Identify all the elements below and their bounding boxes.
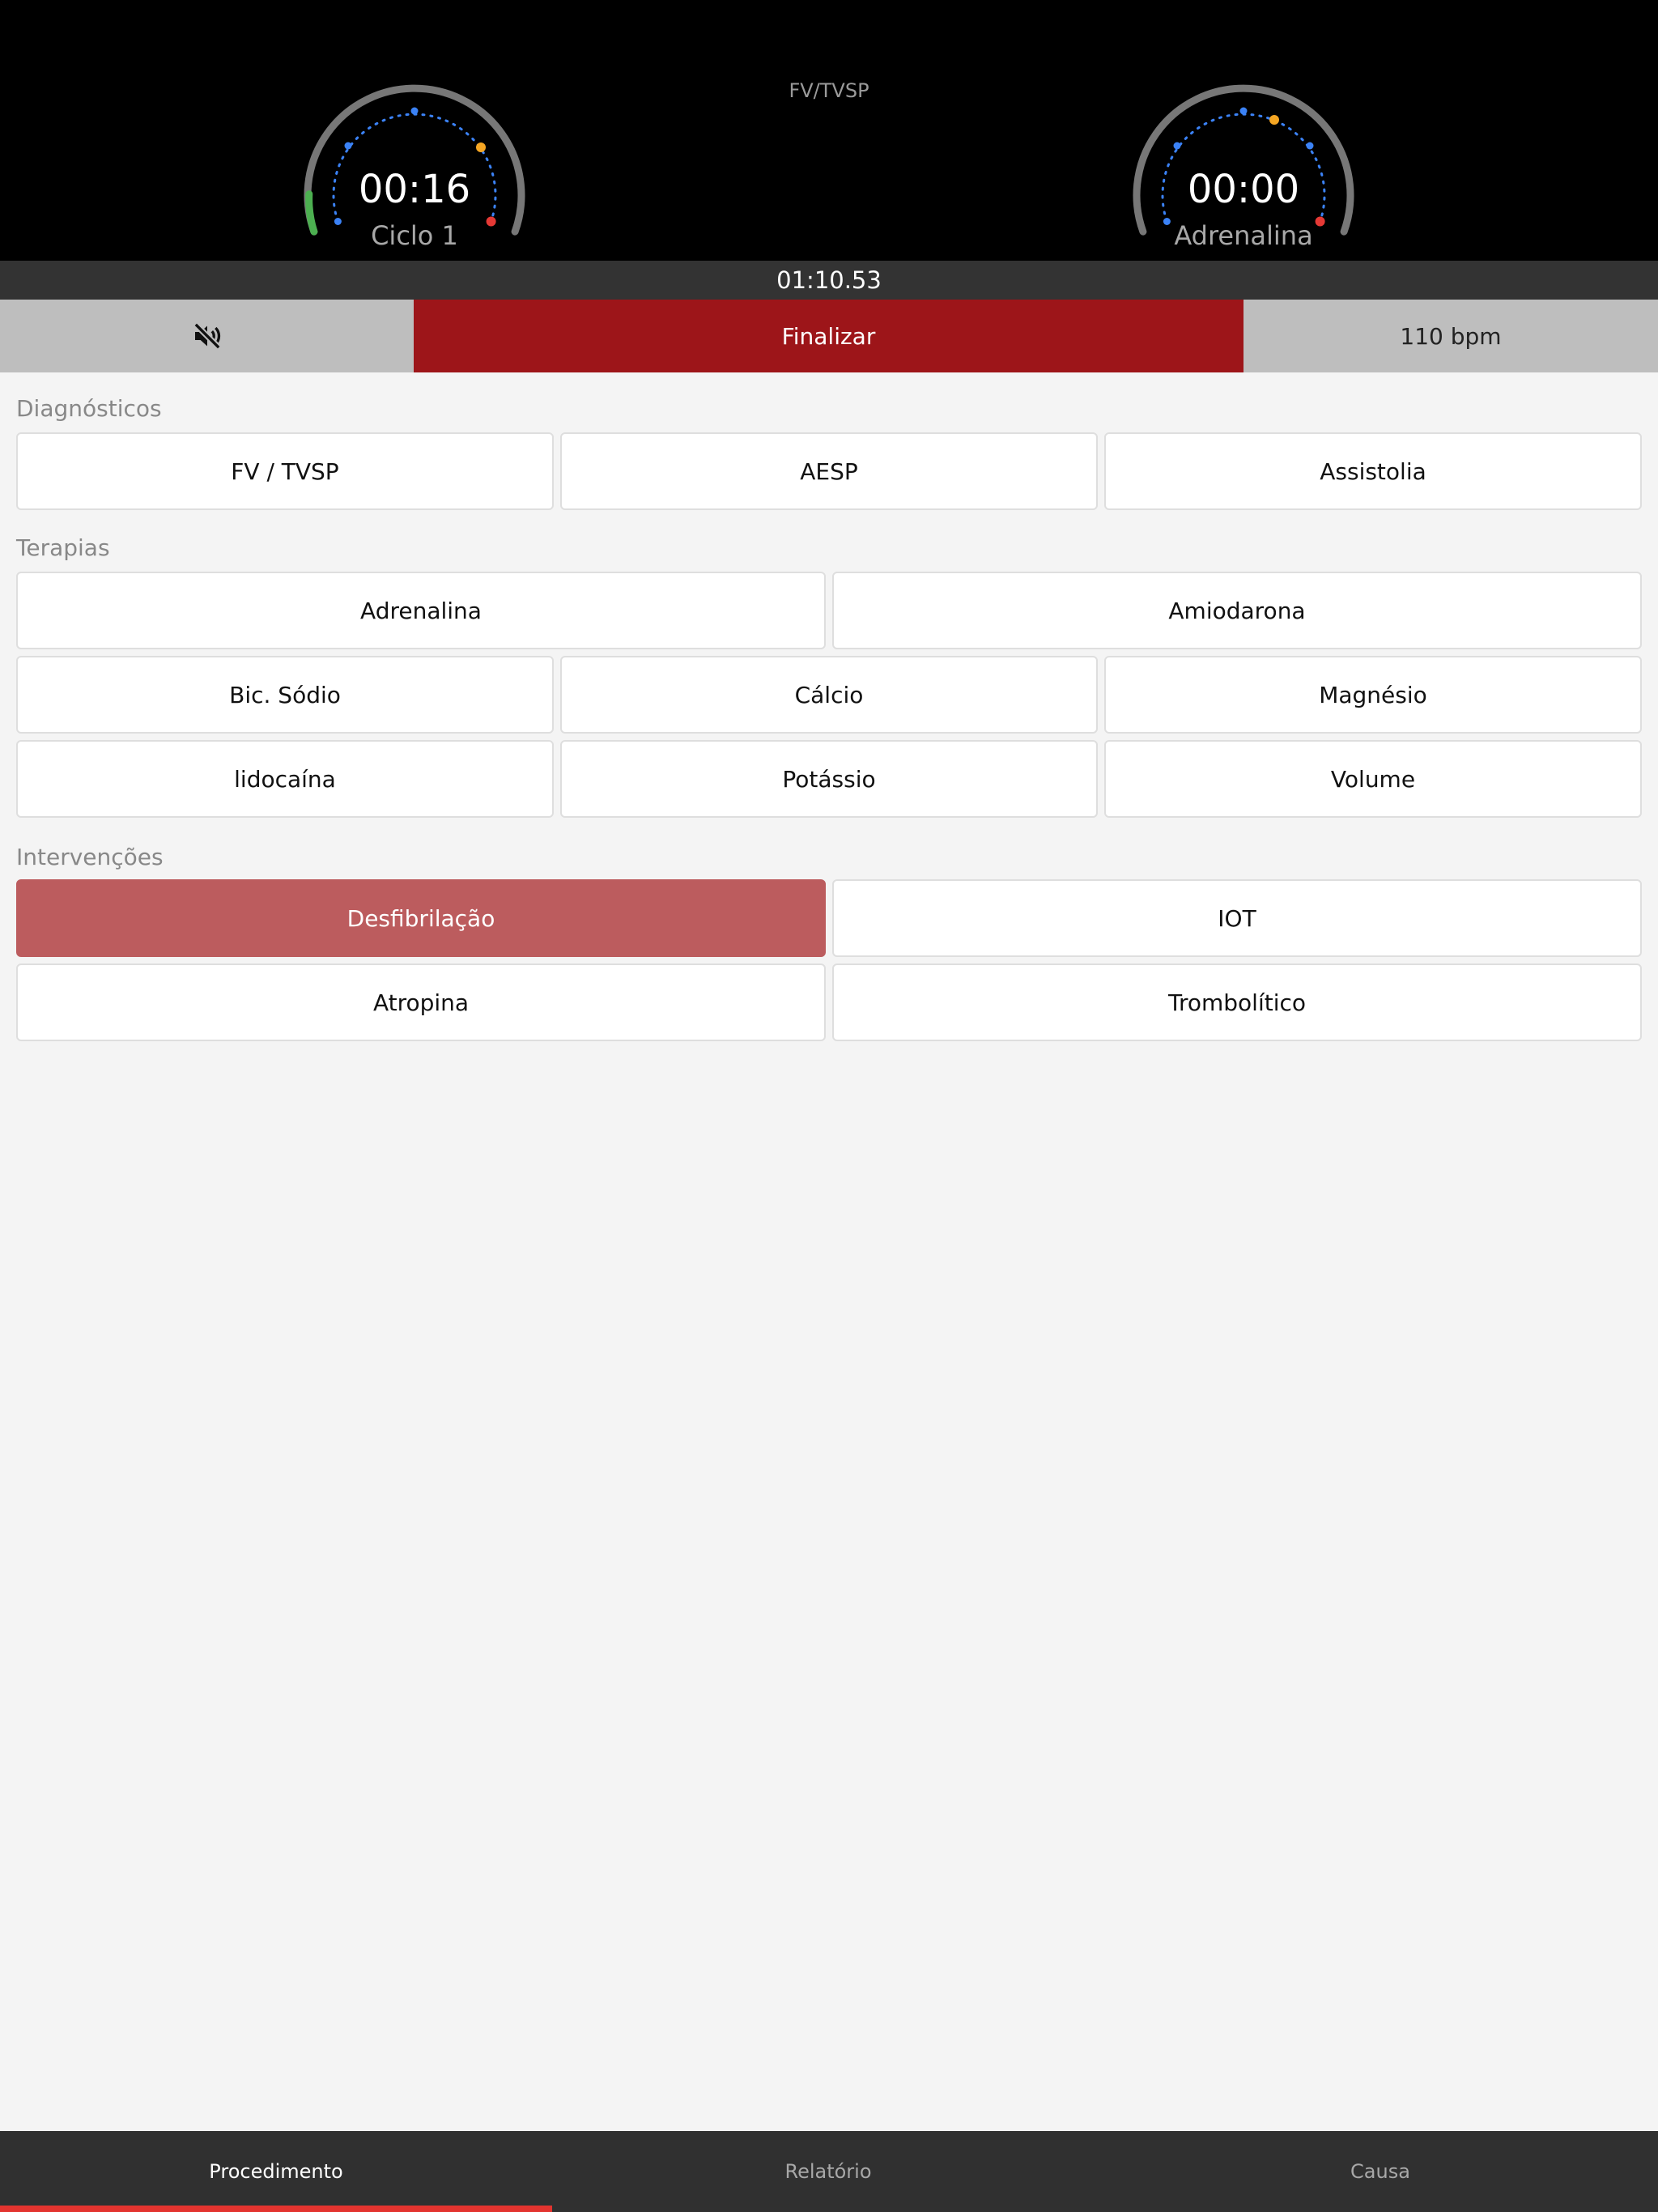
cycle-time: 00:16 [358, 167, 471, 212]
section-label-terapias: Terapias [16, 534, 110, 561]
intervention-button-iot[interactable]: IOT [832, 879, 1642, 957]
therapy-button-lidocaina[interactable]: lidocaína [16, 740, 554, 818]
adrenaline-time: 00:00 [1187, 167, 1300, 212]
current-rhythm: FV/TVSP [789, 79, 869, 102]
intervention-button-atropina[interactable]: Atropina [16, 963, 826, 1041]
timer-header: FV/TVSP 00:16 Ciclo 1 00:00 Adrenalina [0, 0, 1658, 261]
therapy-button-magnesio[interactable]: Magnésio [1104, 656, 1642, 734]
total-elapsed-time: 01:10.53 [0, 261, 1658, 300]
intervention-button-trombolitico[interactable]: Trombolítico [832, 963, 1642, 1041]
therapy-button-potassio[interactable]: Potássio [560, 740, 1098, 818]
diagnostic-button-assistolia[interactable]: Assistolia [1104, 432, 1642, 510]
bottom-tab-bar: Procedimento Relatório Causa [0, 2131, 1658, 2212]
therapy-button-volume[interactable]: Volume [1104, 740, 1642, 818]
mute-button[interactable] [0, 300, 414, 372]
cycle-orange-marker [476, 143, 486, 152]
tab-procedimento[interactable]: Procedimento [0, 2131, 552, 2212]
section-label-intervencoes: Intervenções [16, 844, 164, 870]
intervention-button-desfibrilacao[interactable]: Desfibrilação [16, 879, 826, 957]
tab-relatorio[interactable]: Relatório [552, 2131, 1104, 2212]
adrenaline-gauge: 00:00 Adrenalina [1122, 78, 1365, 261]
diagnostic-button-fv-tvsp[interactable]: FV / TVSP [16, 432, 554, 510]
therapy-button-bic-sodio[interactable]: Bic. Sódio [16, 656, 554, 734]
therapy-button-adrenalina[interactable]: Adrenalina [16, 572, 826, 649]
action-bar: Finalizar 110 bpm [0, 300, 1658, 372]
heart-rate-button[interactable]: 110 bpm [1244, 300, 1658, 372]
speaker-muted-icon [193, 322, 221, 350]
tab-causa[interactable]: Causa [1104, 2131, 1656, 2212]
cycle-label: Ciclo 1 [371, 220, 458, 251]
finalize-button[interactable]: Finalizar [414, 300, 1244, 372]
therapy-button-calcio[interactable]: Cálcio [560, 656, 1098, 734]
section-label-diagnosticos: Diagnósticos [16, 395, 162, 422]
adrenaline-orange-marker [1269, 115, 1279, 125]
diagnostic-button-aesp[interactable]: AESP [560, 432, 1098, 510]
adrenaline-label: Adrenalina [1174, 220, 1313, 251]
cycle-gauge: 00:16 Ciclo 1 [293, 78, 536, 261]
therapy-button-amiodarona[interactable]: Amiodarona [832, 572, 1642, 649]
tab-selected-indicator [0, 2206, 552, 2212]
